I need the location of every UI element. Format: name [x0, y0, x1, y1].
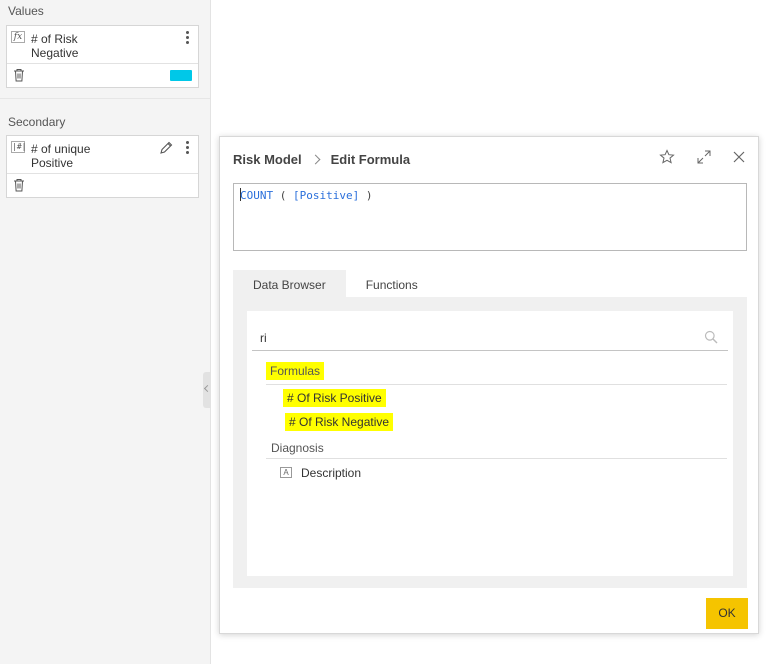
search-icon[interactable] — [704, 330, 718, 344]
more-options-icon[interactable] — [182, 30, 192, 46]
close-icon[interactable] — [731, 149, 747, 165]
formula-icon: fx — [11, 31, 25, 43]
data-browser-panel: Formulas # Of Risk Positive # Of Risk Ne… — [233, 297, 747, 588]
group-divider — [266, 384, 727, 385]
list-item-description[interactable]: Description — [301, 466, 361, 480]
text-attribute-icon: A — [280, 467, 292, 478]
formula-editor[interactable]: COUNT ( [Positive] ) — [233, 183, 747, 251]
section-divider — [0, 98, 210, 99]
browser-tabs: Data Browser Functions — [233, 270, 438, 297]
group-header-formulas[interactable]: Formulas — [266, 362, 325, 380]
dialog-header: Risk Model Edit Formula — [220, 137, 758, 179]
data-browser-list: Formulas # Of Risk Positive # Of Risk Ne… — [247, 311, 733, 576]
number-field-icon: |#| — [11, 141, 27, 153]
secondary-field-card[interactable]: |#| # of unique Positive — [6, 135, 199, 198]
color-swatch[interactable] — [170, 70, 192, 81]
field-label: # of Risk Negative — [31, 32, 79, 60]
formula-function: COUNT — [240, 189, 274, 202]
ok-button[interactable]: OK — [706, 598, 748, 629]
edit-formula-dialog: Risk Model Edit Formula COUNT ( [Positiv… — [219, 136, 759, 634]
breadcrumb-parent[interactable]: Risk Model — [233, 152, 302, 167]
tab-data-browser[interactable]: Data Browser — [233, 270, 346, 297]
pencil-icon[interactable] — [158, 140, 174, 156]
collapse-panel-handle[interactable] — [203, 372, 211, 408]
expand-icon[interactable] — [696, 149, 712, 165]
values-section-title: Values — [8, 4, 44, 18]
more-options-icon[interactable] — [182, 140, 192, 156]
search-input[interactable] — [260, 329, 680, 347]
group-divider — [266, 458, 727, 459]
values-field-card[interactable]: fx # of Risk Negative — [6, 25, 199, 88]
star-icon[interactable] — [659, 149, 675, 165]
group-header-diagnosis[interactable]: Diagnosis — [271, 441, 324, 455]
tab-functions[interactable]: Functions — [346, 270, 438, 297]
field-label: # of unique Positive — [31, 142, 91, 170]
trash-icon[interactable] — [13, 178, 25, 192]
formula-argument: [Positive] — [293, 189, 360, 202]
list-item-formula[interactable]: # Of Risk Negative — [285, 413, 394, 431]
trash-icon[interactable] — [13, 68, 25, 82]
formula-open: ( — [273, 189, 293, 202]
fields-panel: Values fx # of Risk Negative Secondary |… — [0, 0, 211, 664]
breadcrumb-current: Edit Formula — [330, 152, 411, 167]
search-bar — [252, 325, 728, 351]
list-item-formula[interactable]: # Of Risk Positive — [283, 389, 386, 407]
breadcrumb: Risk Model Edit Formula — [233, 152, 410, 167]
secondary-section-title: Secondary — [8, 115, 66, 129]
chevron-right-icon — [310, 154, 321, 165]
formula-close: ) — [359, 189, 373, 202]
